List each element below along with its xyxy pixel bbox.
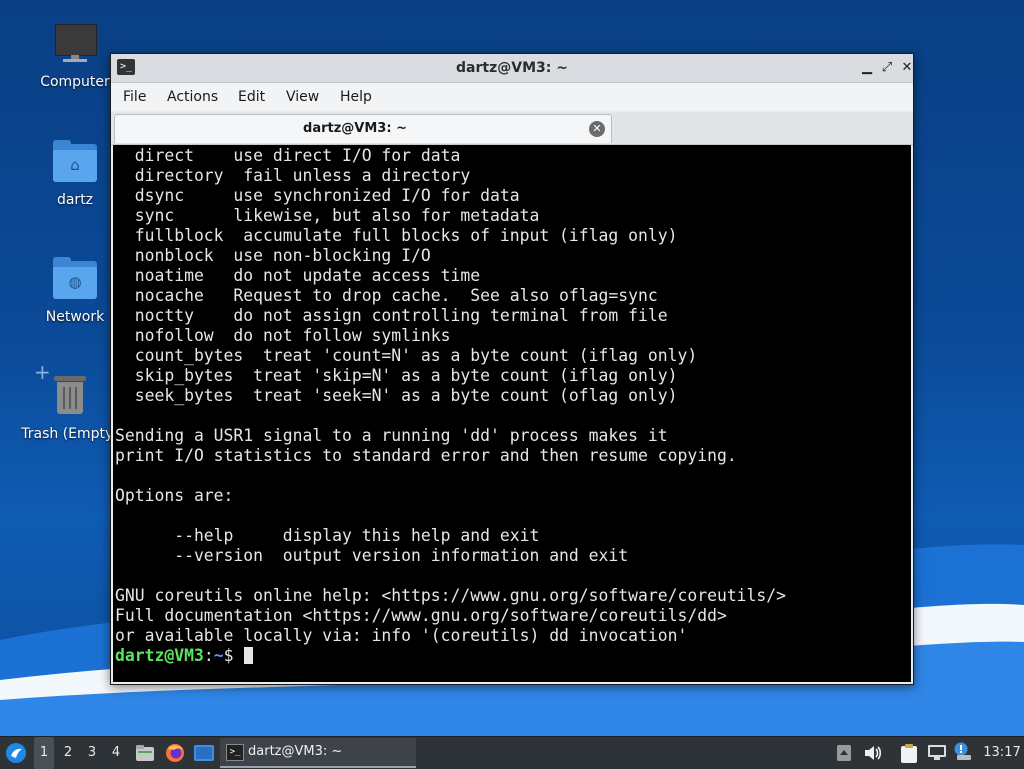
taskbar-item-terminal[interactable]: >_ dartz@VM3: ~ [220, 738, 416, 768]
firefox-icon[interactable] [164, 737, 186, 769]
terminal-line: direct use direct I/O for data [115, 146, 461, 165]
network-folder-icon: ◍ [51, 255, 99, 303]
tab-label: dartz@VM3: ~ [303, 121, 407, 136]
terminal-line: print I/O statistics to standard error a… [115, 446, 737, 465]
terminal-line: or available locally via: info '(coreuti… [115, 626, 688, 645]
lubuntu-logo-icon [6, 743, 26, 763]
terminal-line: noctty do not assign controlling termina… [115, 306, 668, 325]
close-button[interactable]: ✕ [897, 58, 917, 78]
workspace-4[interactable]: 4 [106, 737, 126, 769]
terminal-line: Sending a USR1 signal to a running 'dd' … [115, 426, 668, 445]
file-manager-icon[interactable] [134, 737, 156, 769]
desktop: Computer ⌂ dartz ◍ Network + Trash (Empt… [0, 0, 1024, 736]
terminal-line: nocache Request to drop cache. See also … [115, 286, 658, 305]
tab-bar: dartz@VM3: ~ ✕ [111, 112, 913, 145]
menu-edit[interactable]: Edit [238, 83, 265, 111]
terminal-cursor [244, 647, 254, 664]
maximize-button[interactable]: ⤢ [877, 58, 897, 78]
tab-terminal[interactable]: dartz@VM3: ~ ✕ [114, 114, 612, 143]
terminal-line: seek_bytes treat 'seek=N' as a byte coun… [115, 386, 678, 405]
terminal-icon: >_ [226, 744, 244, 761]
window-titlebar[interactable]: >_ dartz@VM3: ~ ▁ ⤢ ✕ [111, 54, 913, 83]
trash-icon [46, 372, 94, 420]
terminal-line: sync likewise, but also for metadata [115, 206, 540, 225]
terminal-line: GNU coreutils online help: <https://www.… [115, 586, 787, 605]
update-notifier-icon[interactable] [952, 737, 974, 769]
shell-prompt-line[interactable]: dartz@VM3:~$ [115, 646, 786, 666]
terminal-line: Options are: [115, 486, 234, 505]
prompt-path: ~ [213, 646, 224, 665]
menu-file[interactable]: File [123, 83, 146, 111]
prompt-separator: : [203, 646, 214, 665]
terminal-line: noatime do not update access time [115, 266, 481, 285]
window-title: dartz@VM3: ~ [456, 60, 568, 76]
taskbar: 1 2 3 4 >_ dartz@VM3: ~ 13:17 [0, 736, 1024, 769]
terminal-window[interactable]: >_ dartz@VM3: ~ ▁ ⤢ ✕ File Actions Edit … [110, 53, 914, 685]
terminal-line: skip_bytes treat 'skip=N' as a byte coun… [115, 366, 678, 385]
terminal-line: --help display this help and exit [115, 526, 540, 545]
terminal-line: dsync use synchronized I/O for data [115, 186, 520, 205]
workspace-1[interactable]: 1 [34, 737, 54, 769]
terminal-line: fullblock accumulate full blocks of inpu… [115, 226, 678, 245]
desktop-icon-label: Trash (Empty) [21, 426, 119, 442]
terminal-line: nofollow do not follow symlinks [115, 326, 451, 345]
home-folder-icon: ⌂ [51, 138, 99, 186]
workspace-2[interactable]: 2 [58, 737, 78, 769]
minimize-button[interactable]: ▁ [857, 58, 877, 78]
taskbar-item-label: dartz@VM3: ~ [248, 744, 343, 759]
computer-icon [51, 20, 99, 68]
tray-up-arrow-icon[interactable] [836, 737, 852, 769]
network-icon[interactable] [926, 737, 948, 769]
terminal-line: nonblock use non-blocking I/O [115, 246, 431, 265]
menu-view[interactable]: View [286, 83, 319, 111]
menu-actions[interactable]: Actions [167, 83, 218, 111]
menu-help[interactable]: Help [340, 83, 372, 111]
terminal-output[interactable]: direct use direct I/O for data directory… [113, 145, 911, 682]
terminal-line: count_bytes treat 'count=N' as a byte co… [115, 346, 698, 365]
workspace-3[interactable]: 3 [82, 737, 102, 769]
app-menu-button[interactable] [4, 737, 28, 769]
menu-bar: File Actions Edit View Help [111, 83, 913, 111]
volume-icon[interactable] [862, 737, 884, 769]
terminal-line: Full documentation <https://www.gnu.org/… [115, 606, 727, 625]
terminal-line: directory fail unless a directory [115, 166, 471, 185]
clock[interactable]: 13:17 [982, 737, 1022, 769]
terminal-line: --version output version information and… [115, 546, 629, 565]
show-desktop-icon[interactable] [193, 737, 215, 769]
prompt-user: dartz@VM3 [115, 646, 204, 665]
clipboard-icon[interactable] [898, 737, 920, 769]
tab-close-icon[interactable]: ✕ [589, 121, 605, 137]
prompt-symbol: $ [223, 646, 244, 665]
terminal-lines: direct use direct I/O for data directory… [115, 146, 786, 666]
desktop-icon-trash[interactable]: Trash (Empty) [20, 372, 120, 442]
